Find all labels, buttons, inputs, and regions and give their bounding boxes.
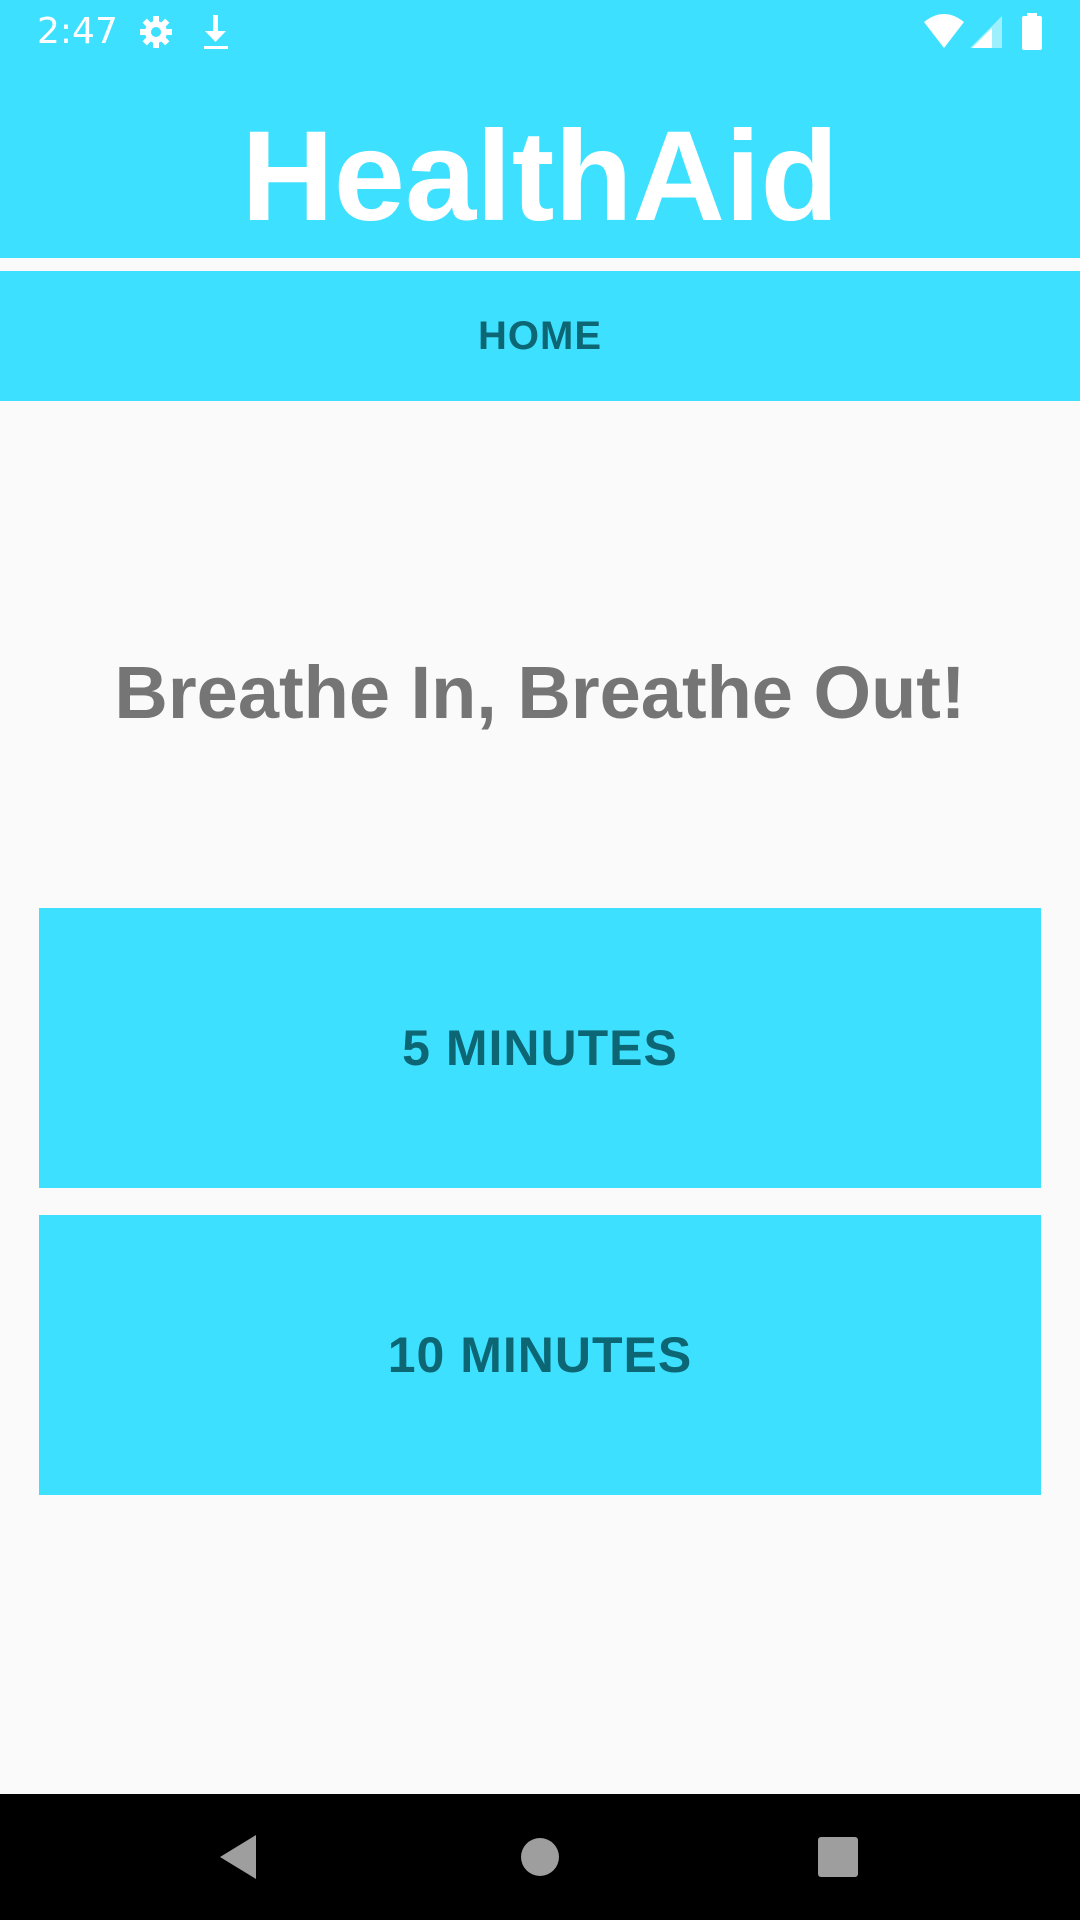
page-heading: Breathe In, Breathe Out! bbox=[114, 651, 966, 734]
cell-signal-icon bbox=[970, 12, 1010, 52]
wifi-icon bbox=[922, 12, 966, 52]
tab-bar: HOME bbox=[0, 271, 1080, 401]
status-time: 2:47 bbox=[37, 11, 118, 52]
home-icon[interactable] bbox=[510, 1827, 570, 1887]
download-icon bbox=[196, 12, 236, 52]
tab-home[interactable]: HOME bbox=[0, 271, 1080, 401]
app-header: HealthAid bbox=[0, 63, 1080, 258]
navigation-bar bbox=[0, 1794, 1080, 1920]
ten-minutes-button[interactable]: 10 MINUTES bbox=[39, 1215, 1041, 1495]
app-title: HealthAid bbox=[241, 105, 839, 248]
screen: 2:47 HealthAid HOME Breathe In, Breathe … bbox=[0, 0, 1080, 1920]
recents-icon[interactable] bbox=[808, 1827, 868, 1887]
header-divider bbox=[0, 258, 1080, 271]
five-minutes-button[interactable]: 5 MINUTES bbox=[39, 908, 1041, 1188]
back-icon[interactable] bbox=[210, 1827, 270, 1887]
status-bar: 2:47 bbox=[0, 0, 1080, 63]
gear-icon bbox=[136, 12, 176, 52]
battery-icon bbox=[1018, 12, 1046, 52]
